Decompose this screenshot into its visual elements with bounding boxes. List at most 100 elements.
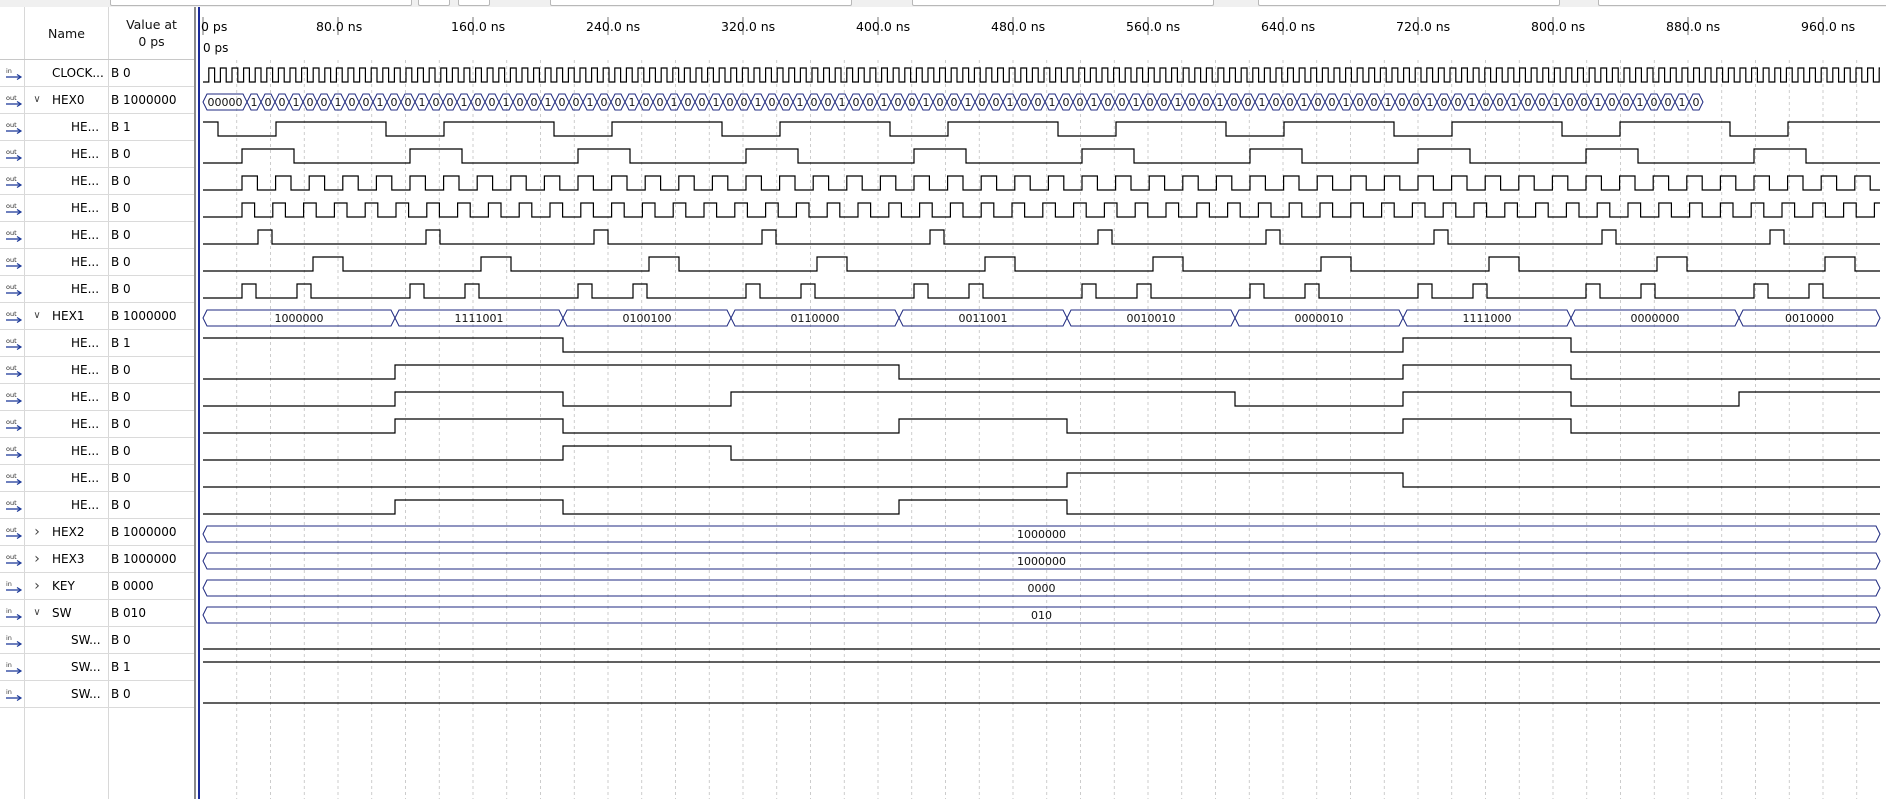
waveform-canvas[interactable]: 00000 1 0 0 1 0 0 1 0 0 1 0 0 1 0 0 1 0 0 1 0 0 1 0 0 1 0 0 1 0 0 1 0 0 1 0… xyxy=(196,7,1886,799)
svg-text:out: out xyxy=(6,337,17,345)
bit-waveform xyxy=(203,256,1880,272)
toolbar-button[interactable] xyxy=(458,0,490,6)
output-pin-icon: out xyxy=(5,553,23,567)
signal-row[interactable]: in SW... B 1 xyxy=(0,654,194,681)
bus-value: 0 xyxy=(1581,96,1588,109)
svg-text:in: in xyxy=(6,661,12,669)
bus-value: 00000 xyxy=(208,96,243,109)
signal-value: B 1 xyxy=(111,660,131,674)
signal-value: B 0 xyxy=(111,363,131,377)
bit-waveform xyxy=(203,283,1880,299)
bit-waveform xyxy=(203,337,1880,353)
bus-value: 0 xyxy=(559,96,566,109)
signal-row[interactable]: out HE... B 1 xyxy=(0,114,194,141)
signal-row[interactable]: out › HEX3 B 1000000 xyxy=(0,546,194,573)
input-pin-icon: in xyxy=(5,661,23,675)
bus-value: 0 xyxy=(1315,96,1322,109)
bus-value: 0 xyxy=(685,96,692,109)
toolbar-field[interactable] xyxy=(912,0,1214,6)
signal-name: SW... xyxy=(71,633,101,647)
bus-value: 1 xyxy=(1175,96,1182,109)
bus-value: 1 xyxy=(1679,96,1686,109)
bus-value: 0 xyxy=(1147,96,1154,109)
signal-row[interactable]: out › HEX2 B 1000000 xyxy=(0,519,194,546)
svg-text:out: out xyxy=(6,229,17,237)
bus-value: 1 xyxy=(881,96,888,109)
bus-value: 1 xyxy=(377,96,384,109)
signal-row[interactable]: out HE... B 0 xyxy=(0,465,194,492)
bus-value: 0 xyxy=(307,96,314,109)
signal-row[interactable]: out HE... B 0 xyxy=(0,141,194,168)
svg-text:out: out xyxy=(6,499,17,507)
signal-value: B 0 xyxy=(111,471,131,485)
signal-row[interactable]: in SW... B 0 xyxy=(0,627,194,654)
signal-row[interactable]: out HE... B 1 xyxy=(0,330,194,357)
signal-value: B 0 xyxy=(111,633,131,647)
signal-row[interactable]: in ∨ SW B 010 xyxy=(0,600,194,627)
signal-value: B 0 xyxy=(111,417,131,431)
chevron-right-icon[interactable]: › xyxy=(31,579,43,593)
signal-row[interactable]: in CLOCK... B 0 xyxy=(0,60,194,87)
chevron-right-icon[interactable]: › xyxy=(31,552,43,566)
bus-value: 0 xyxy=(741,96,748,109)
chevron-right-icon[interactable]: › xyxy=(31,525,43,539)
signal-row[interactable]: out HE... B 0 xyxy=(0,357,194,384)
signal-row[interactable]: out HE... B 0 xyxy=(0,276,194,303)
signal-name: HEX2 xyxy=(52,525,85,539)
bus-value: 0 xyxy=(1231,96,1238,109)
signal-row[interactable]: out ∨ HEX1 B 1000000 xyxy=(0,303,194,330)
toolbar-button[interactable] xyxy=(418,0,450,6)
bus-value: 0 xyxy=(951,96,958,109)
bus-value: 1000000 xyxy=(1017,555,1066,568)
bus-value: 0 xyxy=(783,96,790,109)
signal-row[interactable]: in SW... B 0 xyxy=(0,681,194,708)
bit-waveform xyxy=(203,202,1880,218)
bus-value: 1 xyxy=(1259,96,1266,109)
signal-row[interactable]: out HE... B 0 xyxy=(0,411,194,438)
signal-row[interactable]: out HE... B 0 xyxy=(0,168,194,195)
signal-row[interactable]: out HE... B 0 xyxy=(0,249,194,276)
bus-value: 1 xyxy=(545,96,552,109)
signal-name: HE... xyxy=(71,282,100,296)
signal-name: HE... xyxy=(71,498,100,512)
bus-value: 0000010 xyxy=(1295,312,1344,325)
output-pin-icon: out xyxy=(5,175,23,189)
value-column-header[interactable]: Value at 0 ps xyxy=(109,7,194,59)
bus-value: 0 xyxy=(363,96,370,109)
signal-row[interactable]: out HE... B 0 xyxy=(0,438,194,465)
signal-row[interactable]: out ∨ HEX0 B 1000000 xyxy=(0,87,194,114)
signal-row[interactable]: out HE... B 0 xyxy=(0,222,194,249)
bus-value: 0 xyxy=(1161,96,1168,109)
input-pin-icon: in xyxy=(5,607,23,621)
signal-row[interactable]: out HE... B 0 xyxy=(0,195,194,222)
bus-value: 0 xyxy=(1357,96,1364,109)
toolbar-field[interactable] xyxy=(1598,0,1886,6)
toolbar-field[interactable] xyxy=(1258,0,1560,6)
bus-value: 1 xyxy=(839,96,846,109)
output-pin-icon: out xyxy=(5,202,23,216)
bus-value: 1000000 xyxy=(1017,528,1066,541)
chevron-down-icon[interactable]: ∨ xyxy=(31,309,43,323)
bus-value: 0 xyxy=(349,96,356,109)
bus-value: 0 xyxy=(727,96,734,109)
svg-text:in: in xyxy=(6,688,12,696)
chevron-down-icon[interactable]: ∨ xyxy=(31,606,43,620)
toolbar-field[interactable] xyxy=(550,0,852,6)
bus-value: 1 xyxy=(629,96,636,109)
signal-value: B 0 xyxy=(111,66,131,80)
svg-text:out: out xyxy=(6,202,17,210)
bus-value: 0 xyxy=(279,96,286,109)
output-pin-icon: out xyxy=(5,94,23,108)
chevron-down-icon[interactable]: ∨ xyxy=(31,93,43,107)
waveform-pane[interactable]: 0 ps 80.0 ns 160.0 ns 240.0 ns 320.0 ns 400.0… xyxy=(196,7,1886,799)
toolbar-field[interactable] xyxy=(110,0,412,6)
signal-row[interactable]: in › KEY B 0000 xyxy=(0,573,194,600)
input-pin-icon: in xyxy=(5,634,23,648)
signal-value: B 0 xyxy=(111,444,131,458)
name-column-header[interactable]: Name xyxy=(25,7,108,59)
bus-value: 0 xyxy=(475,96,482,109)
bus-value: 0 xyxy=(1497,96,1504,109)
signal-row[interactable]: out HE... B 0 xyxy=(0,384,194,411)
input-pin-icon: in xyxy=(5,688,23,702)
signal-row[interactable]: out HE... B 0 xyxy=(0,492,194,519)
